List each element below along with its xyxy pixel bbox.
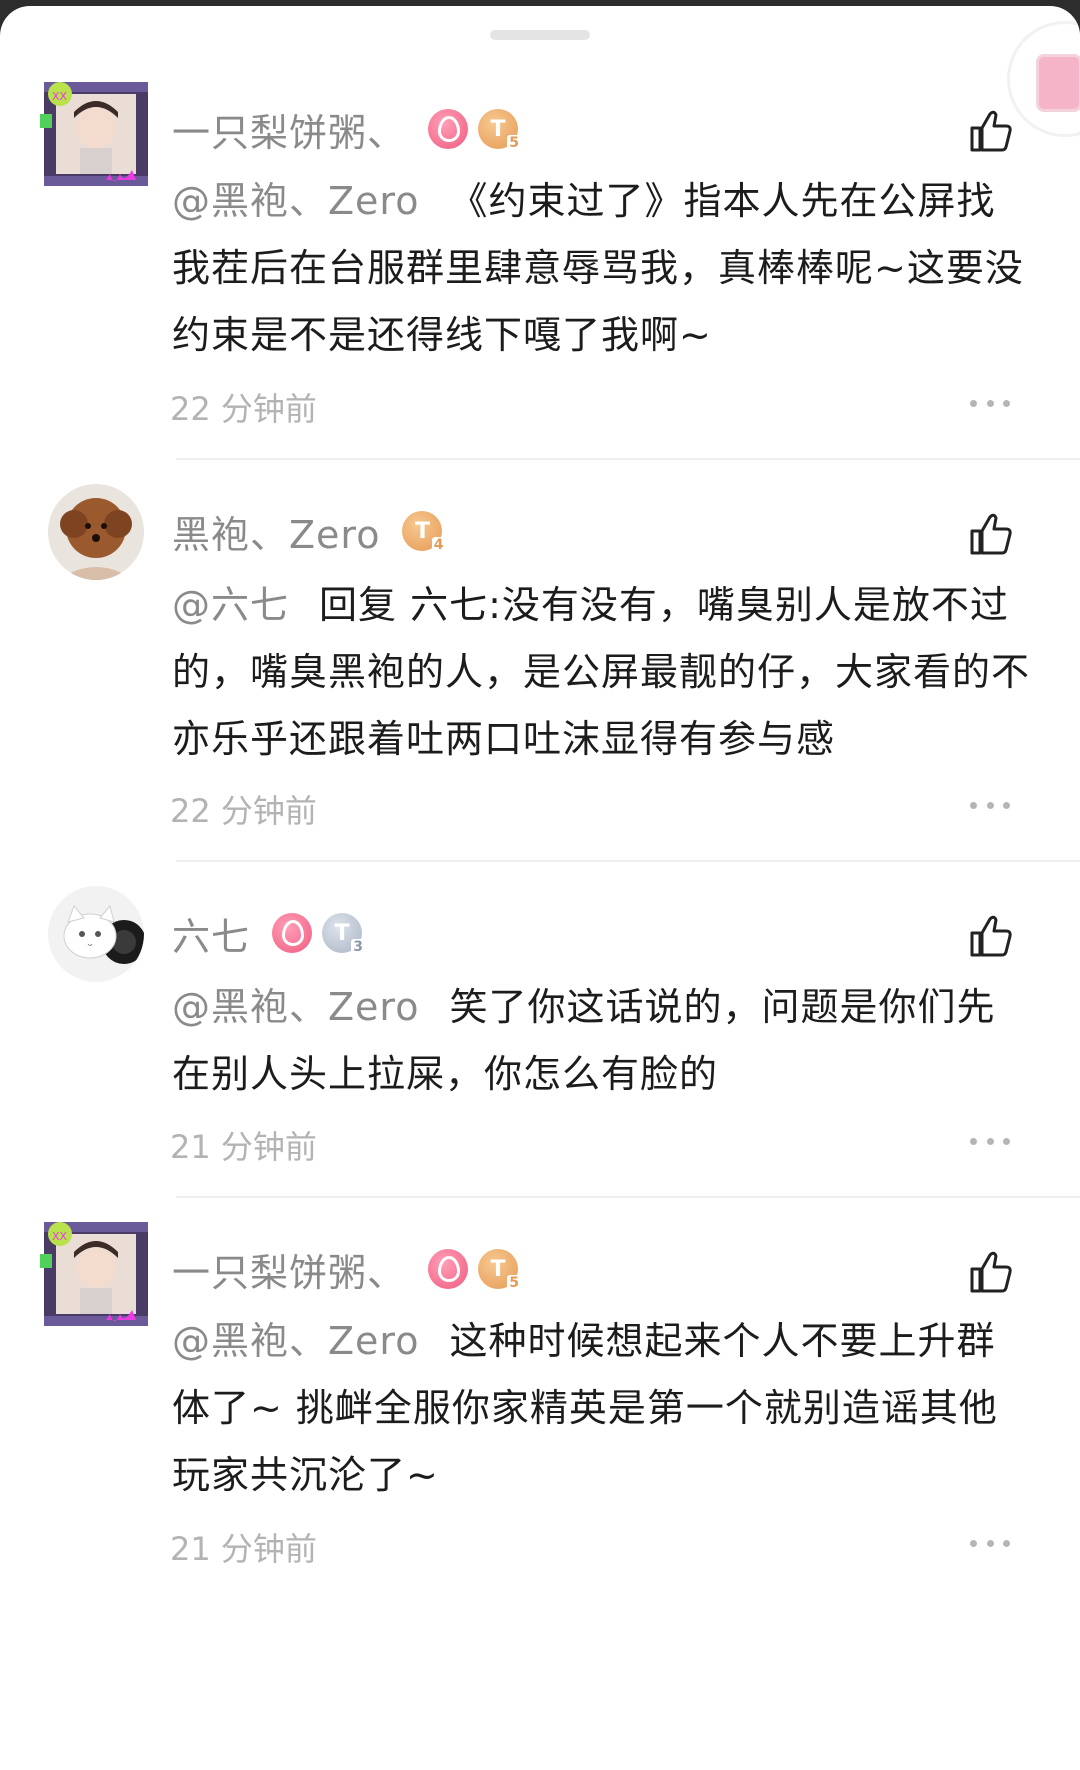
thumbs-up-icon (970, 513, 1012, 555)
avatar-framed[interactable]: XX (40, 78, 152, 190)
comment-text: 回复 六七:没有没有，嘴臭别人是放不过的，嘴臭黑袍的人，是公屏最靓的仔，大家看的… (172, 583, 1031, 761)
mention-link[interactable]: @黑袍、Zero (172, 179, 419, 223)
thumbs-up-icon (970, 915, 1012, 957)
avatar-dog-image (48, 484, 144, 580)
comment-body: @黑袍、Zero 笑了你这话说的，问题是你们先在别人头上拉屎，你怎么有脸的 (172, 974, 1032, 1108)
fire-badge-icon (428, 109, 469, 149)
fire-badge-icon (428, 1249, 469, 1289)
level-badge-icon: T5 (478, 1249, 522, 1291)
timestamp: 21 分钟前 (170, 1530, 317, 1568)
more-options-button[interactable] (970, 798, 1010, 812)
svg-text:XX: XX (52, 1230, 68, 1243)
name-row: 六七 T3 (172, 906, 366, 961)
username[interactable]: 黑袍、Zero (172, 504, 380, 559)
like-button[interactable] (966, 509, 1016, 559)
username[interactable]: 一只梨饼粥、 (172, 102, 406, 157)
divider (176, 860, 1080, 862)
avatar[interactable] (48, 484, 144, 580)
drag-handle[interactable] (490, 30, 590, 40)
timestamp: 22 分钟前 (170, 390, 317, 428)
thumbs-up-icon (970, 110, 1012, 152)
username[interactable]: 一只梨饼粥、 (172, 1242, 406, 1297)
like-button[interactable] (966, 1247, 1016, 1297)
avatar-cat-image (48, 886, 144, 982)
level-badge-icon: T4 (402, 511, 446, 553)
name-row: 一只梨饼粥、 T5 (172, 102, 522, 157)
comment-body: @黑袍、Zero 《约束过了》指本人先在公屏找我茬后在台服群里肆意辱骂我，真棒棒呢… (172, 168, 1032, 369)
timestamp: 22 分钟前 (170, 792, 317, 830)
more-options-button[interactable] (970, 1134, 1010, 1148)
comment-body: @六七 回复 六七:没有没有，嘴臭别人是放不过的，嘴臭黑袍的人，是公屏最靓的仔，大… (172, 572, 1032, 773)
name-row: 一只梨饼粥、 T5 (172, 1242, 522, 1297)
like-button[interactable] (966, 106, 1016, 156)
username[interactable]: 六七 (172, 906, 250, 961)
divider (176, 458, 1080, 460)
avatar[interactable] (48, 886, 144, 982)
mention-link[interactable]: @六七 (172, 583, 289, 627)
divider (176, 1196, 1080, 1198)
avatar-frame-icon: XX (40, 82, 148, 186)
more-options-button[interactable] (970, 396, 1010, 410)
avatar-frame-icon: XX (40, 1222, 148, 1326)
floating-badge[interactable] (1010, 24, 1080, 134)
more-options-button[interactable] (970, 1536, 1010, 1550)
fire-badge-icon (272, 913, 313, 953)
mention-link[interactable]: @黑袍、Zero (172, 985, 419, 1029)
like-button[interactable] (966, 911, 1016, 961)
mention-link[interactable]: @黑袍、Zero (172, 1319, 419, 1363)
svg-text:XX: XX (52, 90, 68, 103)
level-badge-icon: T5 (478, 109, 522, 151)
thumbs-up-icon (970, 1251, 1012, 1293)
level-badge-icon: T3 (322, 913, 366, 955)
floating-badge-icon (1036, 54, 1080, 112)
name-row: 黑袍、Zero T4 (172, 504, 446, 559)
comment-body: @黑袍、Zero 这种时候想起来个人不要上升群体了~ 挑衅全服你家精英是第一个就别… (172, 1308, 1032, 1509)
timestamp: 21 分钟前 (170, 1128, 317, 1166)
avatar-framed[interactable]: XX (40, 1218, 152, 1330)
comment-sheet: XX 一只梨饼粥、 T5 @黑袍、Zero 《约束过了》指本人先在公屏找我茬后在台… (0, 6, 1080, 1770)
